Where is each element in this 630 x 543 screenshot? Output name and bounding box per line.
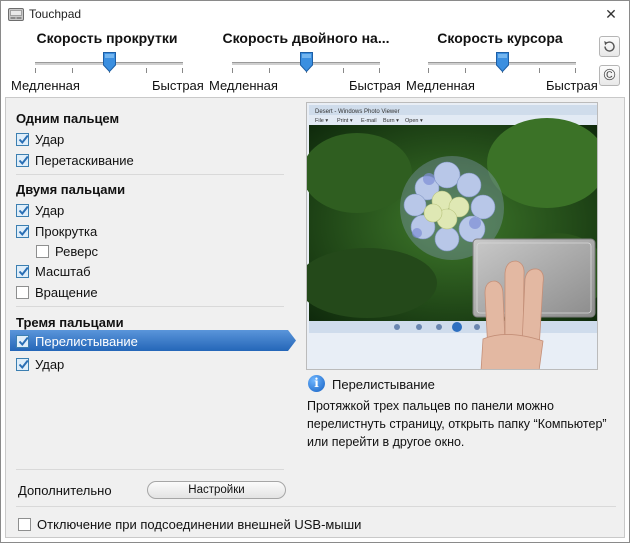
svg-text:File ▾: File ▾ bbox=[315, 118, 328, 124]
double-tap-speed-max-label: Быстрая bbox=[349, 78, 401, 93]
preview-window-title: Desert - Windows Photo Viewer bbox=[315, 109, 400, 115]
reset-icon bbox=[604, 41, 615, 52]
option-label: Реверс bbox=[55, 243, 99, 259]
double-tap-speed-title: Скорость двойного на... bbox=[222, 30, 390, 46]
touchpad-app-icon bbox=[8, 8, 24, 21]
scroll-speed-max-label: Быстрая bbox=[152, 78, 204, 93]
checkmark-icon bbox=[18, 336, 29, 346]
settings-button[interactable]: Настройки bbox=[147, 481, 286, 499]
checkmark-icon bbox=[18, 266, 29, 276]
svg-text:Print ▾: Print ▾ bbox=[337, 118, 353, 124]
checkmark-icon bbox=[18, 205, 29, 215]
checkmark-icon bbox=[18, 226, 29, 236]
checkbox[interactable] bbox=[16, 285, 29, 299]
option-label: Прокрутка bbox=[35, 223, 98, 239]
copyright-icon: © bbox=[603, 67, 616, 84]
option-label: Вращение bbox=[35, 284, 98, 300]
tick bbox=[379, 68, 380, 73]
section-divider bbox=[16, 506, 616, 507]
two-fingers-scroll-option[interactable]: Прокрутка bbox=[16, 222, 97, 240]
section-divider bbox=[16, 469, 284, 470]
option-label: Перетаскивание bbox=[35, 152, 134, 168]
two-fingers-heading: Двумя пальцами bbox=[16, 182, 126, 197]
svg-text:Open ▾: Open ▾ bbox=[405, 118, 423, 124]
one-finger-drag-option[interactable]: Перетаскивание bbox=[16, 151, 134, 169]
option-label: Удар bbox=[35, 202, 65, 218]
tick bbox=[146, 68, 147, 73]
checkbox[interactable] bbox=[18, 517, 31, 531]
tick bbox=[232, 68, 233, 73]
two-fingers-tap-option[interactable]: Удар bbox=[16, 201, 64, 219]
double-tap-speed-min-label: Медленная bbox=[209, 78, 278, 93]
two-fingers-zoom-option[interactable]: Масштаб bbox=[16, 262, 91, 280]
double-tap-speed-slider-group: Скорость двойного на... Медленная Быстра… bbox=[206, 29, 406, 95]
gesture-preview: Desert - Windows Photo Viewer File ▾ Pri… bbox=[306, 102, 598, 370]
checkbox[interactable] bbox=[16, 203, 29, 217]
tick bbox=[343, 68, 344, 73]
checkbox[interactable] bbox=[16, 224, 29, 238]
gesture-preview-image: Desert - Windows Photo Viewer File ▾ Pri… bbox=[307, 103, 597, 369]
scroll-speed-slider-group: Скорость прокрутки Медленная Быстрая bbox=[7, 29, 207, 95]
double-tap-speed-thumb[interactable] bbox=[300, 52, 313, 72]
checkmark-icon bbox=[18, 155, 29, 165]
option-label: Удар bbox=[35, 356, 65, 372]
cursor-speed-min-label: Медленная bbox=[406, 78, 475, 93]
tick bbox=[72, 68, 73, 73]
info-icon: i bbox=[308, 375, 325, 392]
gesture-info-description: Протяжкой трех пальцев по панели можно п… bbox=[307, 399, 607, 449]
three-fingers-tap-option[interactable]: Удар bbox=[16, 355, 64, 373]
close-icon: ✕ bbox=[605, 6, 617, 22]
tick bbox=[539, 68, 540, 73]
tick bbox=[428, 68, 429, 73]
window-title: Touchpad bbox=[29, 7, 82, 21]
option-label: Отключение при подсоединении внешней USB… bbox=[37, 516, 362, 532]
one-finger-tap-option[interactable]: Удар bbox=[16, 130, 64, 148]
option-label: Перелистывание bbox=[35, 333, 138, 349]
cursor-speed-slider-group: Скорость курсора Медленная Быстрая bbox=[404, 29, 598, 95]
tick bbox=[575, 68, 576, 73]
svg-text:Burn ▾: Burn ▾ bbox=[383, 118, 399, 124]
speed-sliders: Скорость прокрутки Медленная Быстрая Ско… bbox=[1, 29, 629, 95]
checkbox[interactable] bbox=[16, 153, 29, 167]
close-button[interactable]: ✕ bbox=[599, 3, 623, 25]
checkbox[interactable] bbox=[16, 357, 29, 371]
checkbox[interactable] bbox=[16, 264, 29, 278]
section-divider bbox=[16, 306, 284, 307]
tick bbox=[269, 68, 270, 73]
copyright-button[interactable]: © bbox=[599, 65, 620, 86]
cursor-speed-thumb[interactable] bbox=[496, 52, 509, 72]
two-fingers-rotate-option[interactable]: Вращение bbox=[16, 283, 98, 301]
three-fingers-swipe-option[interactable]: Перелистывание bbox=[16, 332, 138, 350]
cursor-speed-max-label: Быстрая bbox=[546, 78, 598, 93]
option-label: Удар bbox=[35, 131, 65, 147]
svg-text:E-mail: E-mail bbox=[361, 118, 377, 124]
scroll-speed-title: Скорость прокрутки bbox=[36, 30, 178, 46]
checkbox[interactable] bbox=[36, 244, 49, 258]
checkbox[interactable] bbox=[16, 334, 29, 348]
disable-on-usb-mouse-option[interactable]: Отключение при подсоединении внешней USB… bbox=[18, 515, 361, 533]
touchpad-window: Touchpad ✕ Скорость прокрутки Медленная … bbox=[0, 0, 630, 543]
option-label: Масштаб bbox=[35, 263, 91, 279]
section-divider bbox=[16, 174, 284, 175]
checkbox[interactable] bbox=[16, 132, 29, 146]
checkmark-icon bbox=[18, 134, 29, 144]
scroll-speed-min-label: Медленная bbox=[11, 78, 80, 93]
scroll-speed-thumb[interactable] bbox=[103, 52, 116, 72]
tick bbox=[465, 68, 466, 73]
advanced-label: Дополнительно bbox=[18, 483, 112, 498]
two-fingers-reverse-option[interactable]: Реверс bbox=[36, 242, 98, 260]
tick bbox=[182, 68, 183, 73]
checkmark-icon bbox=[18, 359, 29, 369]
title-bar: Touchpad ✕ bbox=[1, 1, 629, 29]
one-finger-heading: Одним пальцем bbox=[16, 111, 120, 126]
gesture-info-title: Перелистывание bbox=[332, 377, 435, 392]
reset-button[interactable] bbox=[599, 36, 620, 57]
cursor-speed-title: Скорость курсора bbox=[437, 30, 563, 46]
main-panel: Одним пальцем Удар Перетаскивание Двумя … bbox=[5, 97, 625, 538]
tick bbox=[35, 68, 36, 73]
three-fingers-heading: Тремя пальцами bbox=[16, 315, 124, 330]
